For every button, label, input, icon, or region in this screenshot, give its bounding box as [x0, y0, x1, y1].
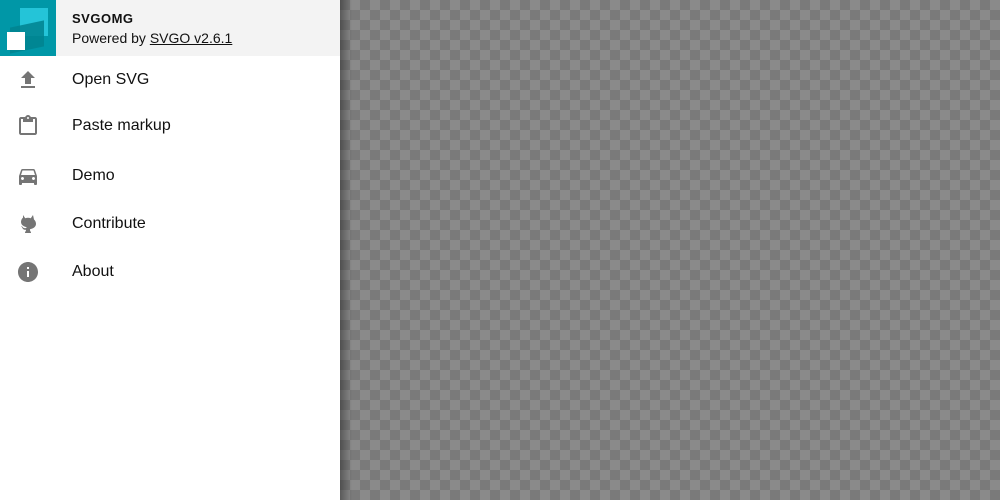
menu-item-about[interactable]: About	[0, 250, 340, 294]
car-icon	[16, 164, 40, 188]
menu-item-label: Contribute	[72, 215, 146, 232]
app-title: SVGOMG	[72, 11, 134, 26]
drawer-header: SVGOMG Powered by SVGO v2.6.1	[0, 0, 340, 56]
menu-item-label: Demo	[72, 167, 115, 184]
github-icon	[16, 212, 40, 236]
app-root: SVGOMG Powered by SVGO v2.6.1 Open SVG P…	[0, 0, 1000, 500]
menu-item-open-svg[interactable]: Open SVG	[0, 58, 340, 102]
menu-item-label: Paste markup	[72, 117, 171, 134]
menu-item-demo[interactable]: Demo	[0, 154, 340, 198]
menu-item-label: About	[72, 263, 114, 280]
menu-item-paste-markup[interactable]: Paste markup	[0, 104, 340, 148]
info-icon	[16, 260, 40, 284]
app-logo	[0, 0, 56, 56]
subtitle-prefix: Powered by	[72, 30, 150, 46]
upload-icon	[16, 68, 40, 92]
side-drawer: SVGOMG Powered by SVGO v2.6.1 Open SVG P…	[0, 0, 340, 500]
svg-canvas-area[interactable]	[340, 0, 1000, 500]
menu-item-label: Open SVG	[72, 71, 150, 88]
menu-item-contribute[interactable]: Contribute	[0, 202, 340, 246]
clipboard-icon	[16, 114, 40, 138]
svgo-version-link[interactable]: SVGO v2.6.1	[150, 30, 232, 46]
app-subtitle: Powered by SVGO v2.6.1	[72, 30, 232, 46]
